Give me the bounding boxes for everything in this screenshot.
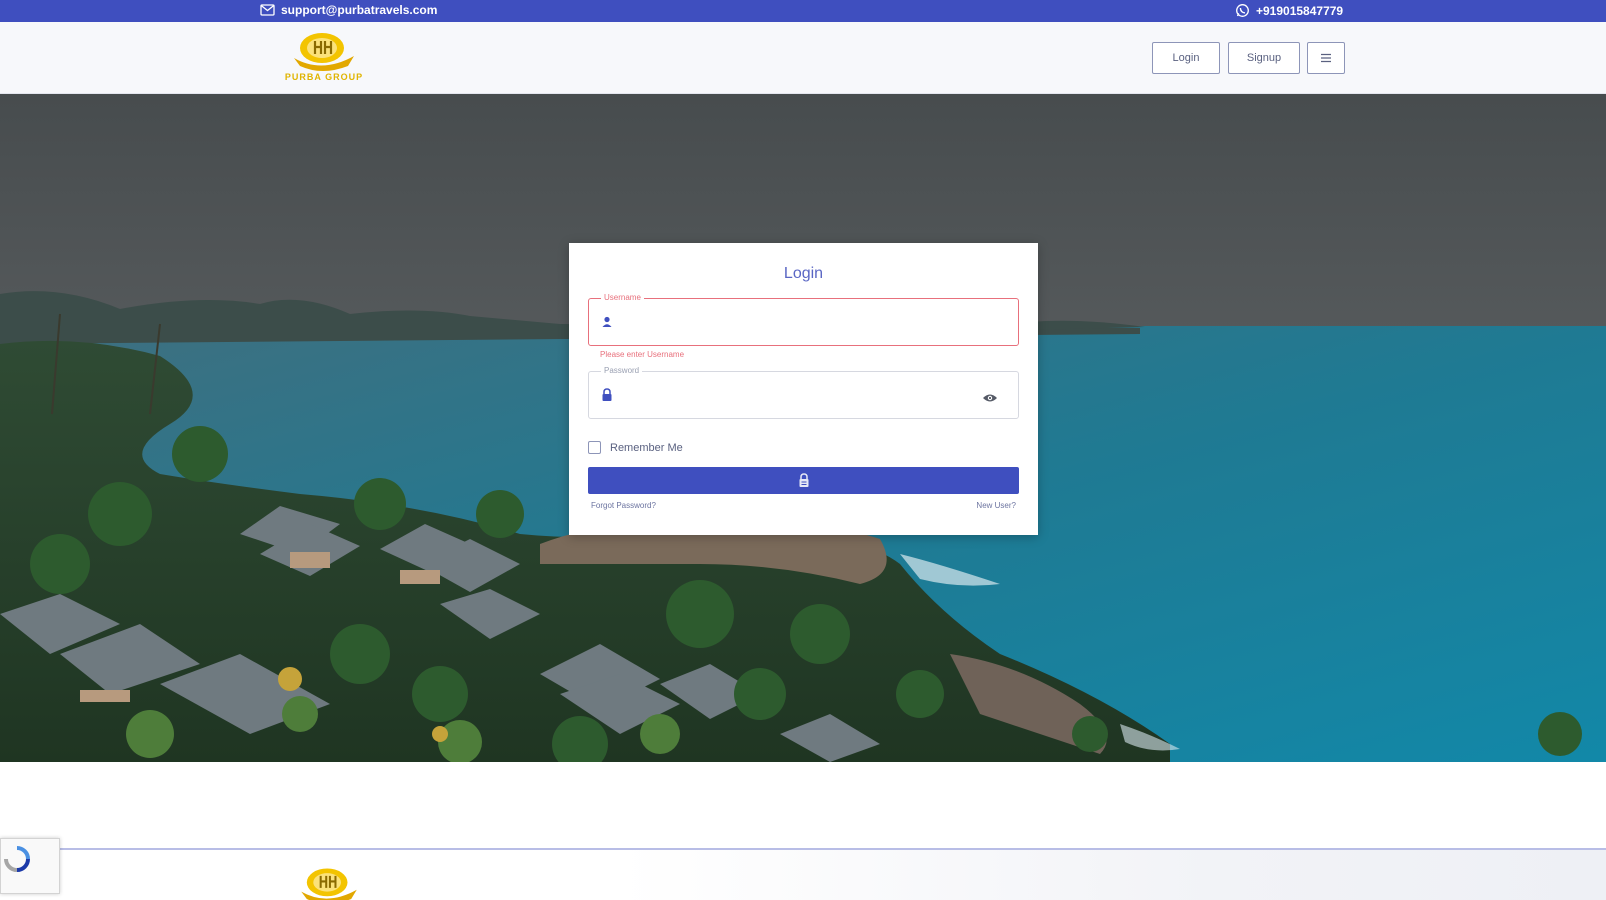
recaptcha-icon <box>4 846 30 872</box>
password-label: Password <box>601 366 643 375</box>
user-icon <box>601 315 613 333</box>
logo-emblem-icon <box>294 33 354 71</box>
footer-logo-emblem-icon <box>301 868 357 900</box>
support-phone[interactable]: +919015847779 <box>1235 3 1343 18</box>
lock-icon <box>601 388 613 407</box>
username-label: Username <box>601 293 644 302</box>
support-email-text: support@purbatravels.com <box>281 3 438 17</box>
password-input[interactable] <box>625 382 965 408</box>
new-user-link[interactable]: New User? <box>976 501 1016 510</box>
footer-logo[interactable] <box>292 864 366 900</box>
support-email[interactable]: support@purbatravels.com <box>260 3 437 17</box>
hamburger-menu-button[interactable] <box>1307 42 1345 74</box>
submit-lock-icon <box>799 473 808 487</box>
recaptcha-badge[interactable] <box>0 838 60 894</box>
username-input[interactable] <box>625 309 965 335</box>
brand-logo[interactable]: PURBA GROUP <box>262 30 386 88</box>
site-header: PURBA GROUP Login Signup <box>0 22 1606 94</box>
show-password-eye-icon[interactable] <box>982 390 998 408</box>
remember-me[interactable]: Remember Me <box>588 441 683 454</box>
logo-text: PURBA GROUP <box>284 72 364 82</box>
footer-band <box>620 850 1606 900</box>
support-phone-text: +919015847779 <box>1256 3 1344 18</box>
header-login-button[interactable]: Login <box>1152 42 1220 74</box>
username-error-message: Please enter Username <box>600 350 685 359</box>
remember-me-label: Remember Me <box>610 441 683 454</box>
password-field: Password <box>588 366 1019 419</box>
login-submit-button[interactable] <box>588 467 1019 494</box>
remember-me-checkbox[interactable] <box>588 441 601 454</box>
menu-icon <box>1321 53 1331 63</box>
whatsapp-icon <box>1235 3 1250 18</box>
top-contact-bar: support@purbatravels.com +919015847779 <box>0 0 1606 22</box>
username-field: Username <box>588 293 1019 346</box>
mail-icon <box>260 4 275 16</box>
login-card: Login Username Please enter Username Pas… <box>569 243 1038 535</box>
header-signup-button[interactable]: Signup <box>1228 42 1300 74</box>
login-title: Login <box>783 265 824 282</box>
forgot-password-link[interactable]: Forgot Password? <box>591 501 656 510</box>
